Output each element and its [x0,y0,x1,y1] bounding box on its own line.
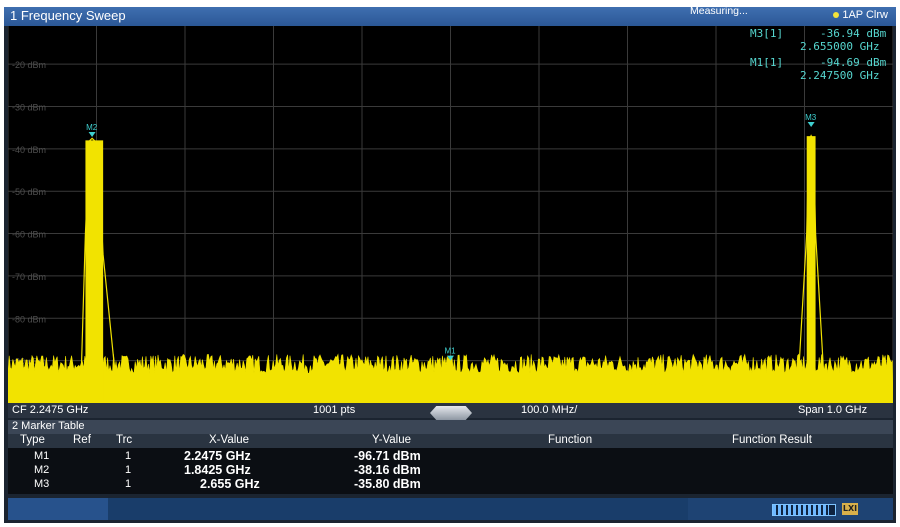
column-trc: Trc [116,434,133,446]
title-bar [4,7,896,26]
frequency-per-division: 100.0 MHz/ [521,404,578,416]
cell-x-value: 2.655 GHz [200,477,260,491]
cell-trc: 1 [125,478,132,490]
cell-y-value: -35.80 dBm [354,477,421,491]
cell-x-value: 2.2475 GHz [184,449,251,463]
table-row[interactable]: M3 1 2.655 GHz -35.80 dBm [8,477,893,491]
y-tick-label: -80 dBm [12,314,46,324]
cell-type: M3 [34,478,50,490]
spectrum-plot[interactable]: -20 dBm -30 dBm -40 dBm -50 dBm -60 dBm -70 d… [8,26,893,403]
marker-label: M2 [86,123,98,132]
splitter-handle[interactable] [430,406,472,420]
sweep-points: 1001 pts [313,404,356,416]
marker-table-body: M1 1 2.2475 GHz -96.71 dBm M2 1 1.8425 G… [8,448,893,494]
column-type: Type [20,434,45,446]
marker-triangle [88,132,96,138]
column-y-value: Y-Value [372,434,412,446]
column-function-result: Function Result [732,434,812,446]
column-ref: Ref [73,434,91,446]
table-row[interactable]: M2 1 1.8425 GHz -38.16 dBm [8,463,893,477]
spectrum-chart: -20 dBm -30 dBm -40 dBm -50 dBm -60 dBm -70 d… [8,26,893,403]
trace-badge[interactable]: 1AP Clrw [833,9,888,21]
measuring-status: Measuring... [690,5,748,17]
table-row[interactable]: M1 1 2.2475 GHz -96.71 dBm [8,449,893,463]
noise-floor-band [8,353,893,403]
lxi-icon: LXI [842,503,858,515]
cell-y-value: -96.71 dBm [354,449,421,463]
cell-x-value: 1.8425 GHz [184,463,251,477]
measurement-progress [772,504,836,516]
signal-carrier [806,136,816,403]
readout-m3-freq: 2.655000 GHz [800,40,880,53]
y-tick-label: -60 dBm [12,230,46,240]
readout-m1-freq: 2.247500 GHz [800,69,880,82]
status-bar-left-tab[interactable] [8,498,108,520]
column-function: Function [548,434,593,446]
column-x-value: X-Value [209,434,250,446]
cell-type: M1 [34,450,50,462]
trace-badge-label: 1AP Clrw [842,9,888,21]
y-tick-label: -20 dBm [12,60,46,70]
status-bar-message-area [108,498,688,520]
marker-triangle [807,122,815,128]
readout-m3-level: -36.94 dBm [820,27,887,40]
y-tick-label: -40 dBm [12,145,46,155]
marker-table-title: 2 Marker Table [12,420,85,432]
readout-m1-level: -94.69 dBm [820,56,887,69]
trace-dot-icon [833,12,840,19]
measurement-progress-fill [773,505,829,515]
readout-m3-label: M3[1] [750,27,784,40]
marker-label: M1 [445,347,457,356]
y-tick-label: -50 dBm [12,187,46,197]
marker-label: M3 [805,113,817,122]
cell-trc: 1 [125,464,132,476]
marker-table-columns: Type Ref Trc X-Value Y-Value Function Fu… [8,434,893,448]
cell-trc: 1 [125,450,132,462]
y-tick-label: -30 dBm [12,102,46,112]
window-title: 1 Frequency Sweep [10,8,126,23]
span: Span 1.0 GHz [798,404,868,416]
center-frequency: CF 2.2475 GHz [12,404,89,416]
y-tick-label: -70 dBm [12,272,46,282]
cell-y-value: -38.16 dBm [354,463,421,477]
status-bar [8,498,893,520]
marker-table-header: 2 Marker Table [8,420,893,434]
signal-carrier [85,140,104,403]
cell-type: M2 [34,464,50,476]
readout-m1-label: M1[1] [750,56,784,69]
